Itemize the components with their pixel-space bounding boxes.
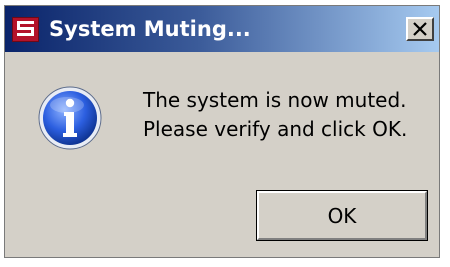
message-line-2: Please verify and click OK.: [143, 117, 408, 141]
title-bar[interactable]: System Muting...: [5, 6, 439, 52]
message-line-1: The system is now muted.: [143, 88, 407, 112]
message-dialog: System Muting... The system is now muted…: [4, 5, 440, 258]
ok-button[interactable]: OK: [256, 190, 428, 241]
ok-button-label: OK: [257, 191, 427, 240]
close-button[interactable]: [406, 17, 434, 41]
dialog-message: The system is now muted. Please verify a…: [143, 86, 407, 144]
window-title: System Muting...: [49, 17, 251, 41]
close-icon: [413, 22, 427, 36]
info-icon: [37, 85, 103, 151]
app-logo-icon: [12, 17, 39, 42]
